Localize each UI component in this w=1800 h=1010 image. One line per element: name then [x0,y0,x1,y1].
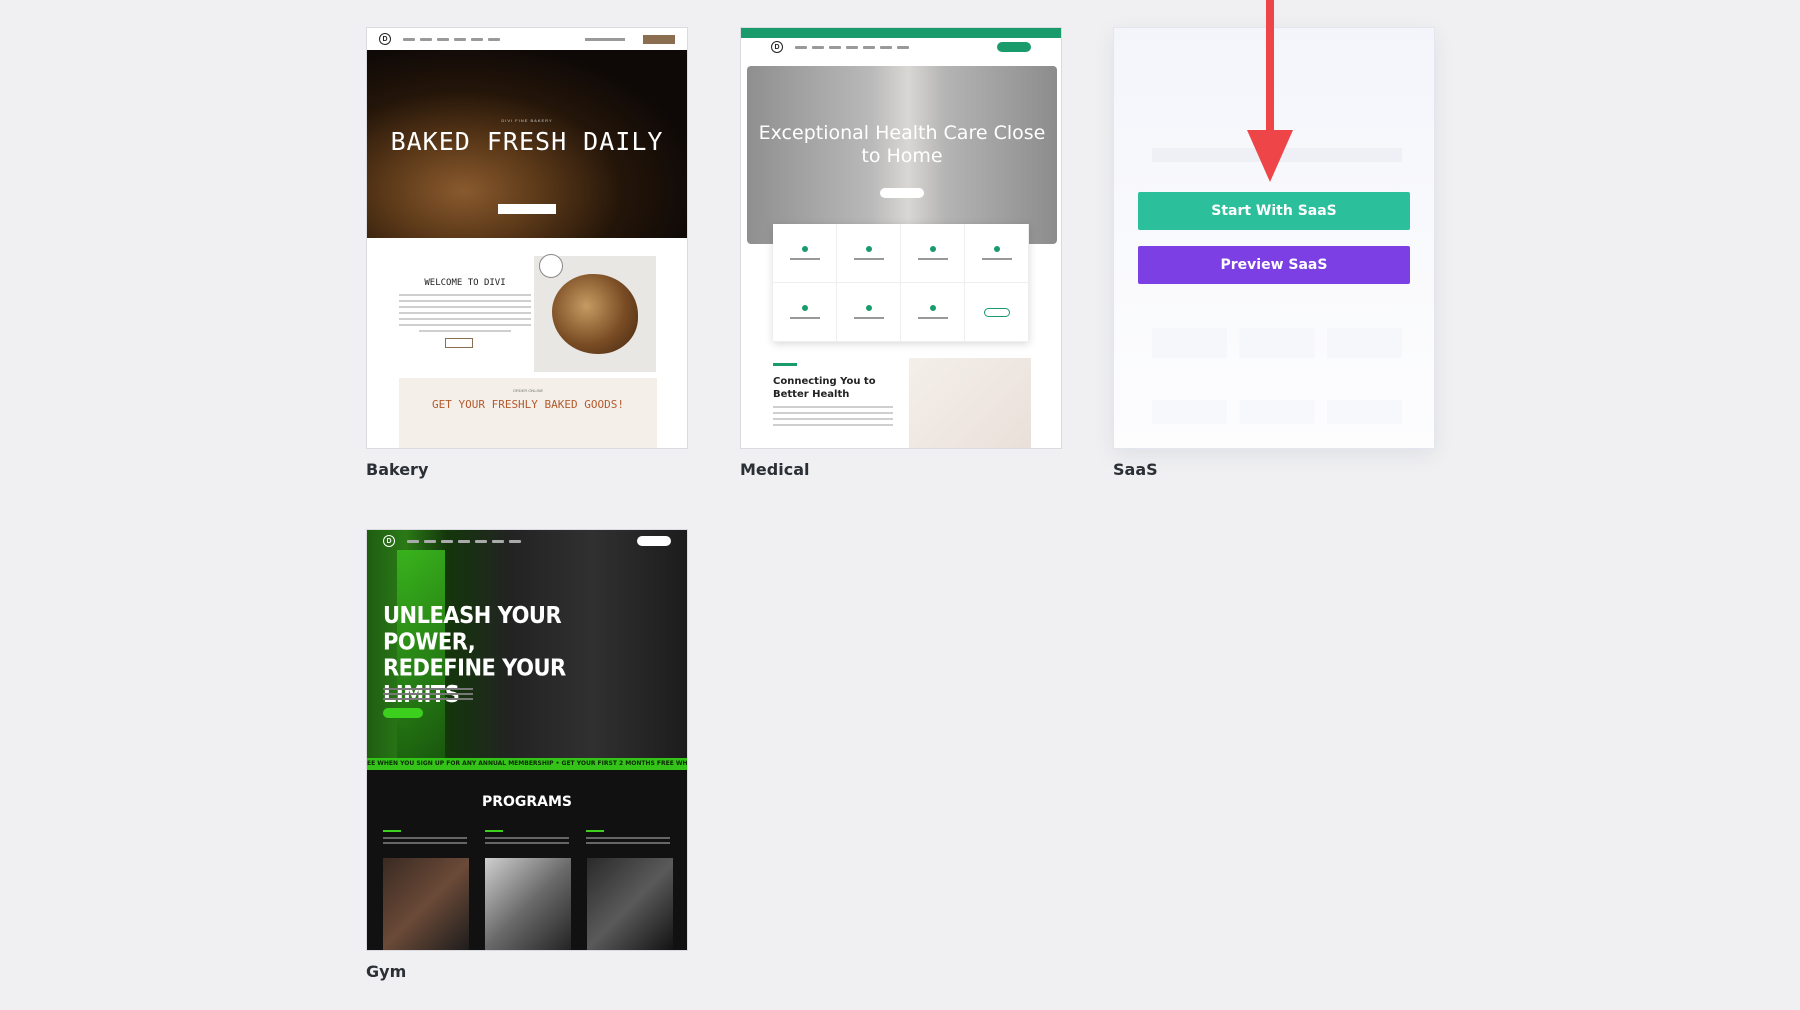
divi-logo-icon: D [379,33,391,45]
preview-saas-button[interactable]: Preview SaaS [1138,246,1410,284]
bakery-hero-button [498,204,556,214]
service-cell [837,224,901,283]
service-cell [901,283,965,342]
template-label-saas[interactable]: SaaS [1113,460,1158,479]
template-card-bakery[interactable]: D DIVI FINE BAKERY BAKED FRESH DAILY WEL… [366,27,688,449]
program-image [485,858,571,950]
service-icon [929,246,936,252]
saas-ghost-content [1152,400,1402,424]
preview-nav: D [741,38,1061,56]
bakery-welcome-title: WELCOME TO DIVI [424,278,506,288]
service-cell [773,224,837,283]
bakery-badge-icon [539,254,563,278]
program-text [485,830,569,847]
service-cell [965,224,1029,283]
start-with-saas-button[interactable]: Start With SaaS [1138,192,1410,230]
bakery-order-kicker: ORDER ONLINE [512,388,544,393]
medical-services-grid [773,224,1029,342]
medical-section-title: Connecting You to Better Health [773,376,876,400]
bakery-order-title: GET YOUR FRESHLY BAKED GOODS! [431,398,625,411]
medical-section-image [909,358,1031,448]
gym-programs-title: PROGRAMS [481,794,573,810]
preview-nav-button [637,536,671,546]
preview-nav-links [403,37,500,41]
bakery-learn-more-button [445,338,473,348]
divi-logo-icon: D [771,41,783,53]
medical-section-text [773,406,893,430]
program-image [587,858,673,950]
bakery-welcome-text [399,294,531,336]
preview-nav: D [367,28,687,50]
service-icon [865,305,872,311]
service-cell [773,283,837,342]
preview-nav-button [997,42,1031,52]
person-icon [929,305,936,311]
gym-ticker: EE WHEN YOU SIGN UP FOR ANY ANNUAL MEMBE… [367,758,687,770]
template-card-medical[interactable]: D Exceptional Health Care Close to Home … [740,27,1062,449]
program-text [586,830,670,847]
service-icon [865,246,872,252]
service-cell [837,283,901,342]
service-icon [801,246,808,252]
medical-top-bar [741,28,1061,38]
template-label-bakery[interactable]: Bakery [366,460,428,479]
divi-logo-icon: D [383,535,395,547]
bakery-order-section: ORDER ONLINE GET YOUR FRESHLY BAKED GOOD… [399,378,657,448]
annotation-arrow-icon [1247,0,1293,182]
medical-hero-button [880,188,924,198]
medical-hero-image: Exceptional Health Care Close to Home [747,66,1057,244]
gym-hero-text [383,688,473,703]
bakery-hero-title: BAKED FRESH DAILY [390,127,664,156]
program-image [383,858,469,950]
preview-nav: D [367,530,687,552]
service-cell [965,283,1029,342]
preview-nav-links [795,45,909,49]
program-text [383,830,467,847]
medical-section-kicker [773,363,797,366]
template-card-gym[interactable]: D UNLEASH YOUR POWER, REDEFINE YOUR LIMI… [366,529,688,951]
gym-hero-button [383,708,423,718]
preview-nav-links [407,539,521,543]
saas-ghost-content [1152,328,1402,358]
template-label-gym[interactable]: Gym [366,962,406,981]
heart-icon [993,246,1000,252]
template-label-medical[interactable]: Medical [740,460,809,479]
medical-hero-title: Exceptional Health Care Close to Home [758,122,1046,167]
preview-nav-button [643,34,675,44]
service-cell [901,224,965,283]
phone-number-placeholder [585,37,625,41]
bakery-hero-kicker: DIVI FINE BAKERY [501,118,553,123]
person-icon [801,305,808,311]
bakery-hero-image: DIVI FINE BAKERY BAKED FRESH DAILY [367,50,687,238]
